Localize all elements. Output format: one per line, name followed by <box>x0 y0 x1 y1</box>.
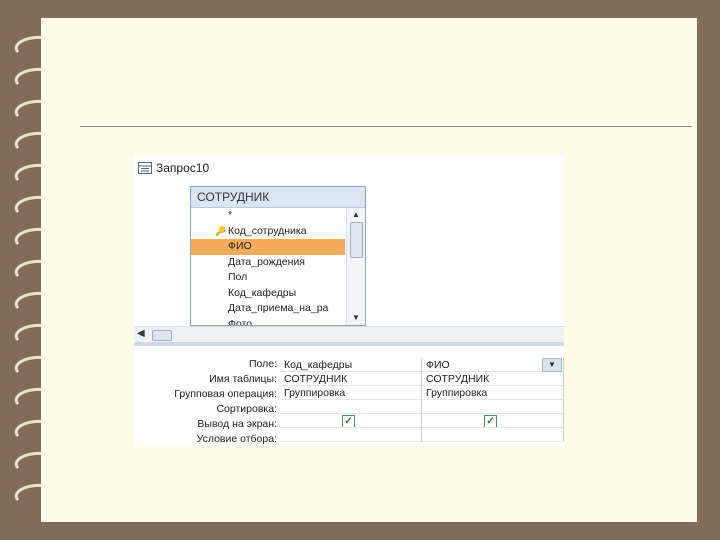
checkbox-icon[interactable]: ✓ <box>342 415 355 427</box>
field-item-key[interactable]: 🔑 Код_сотрудника <box>191 224 345 240</box>
checkbox-icon[interactable]: ✓ <box>484 415 497 427</box>
row-label-sort: Сортировка: <box>216 403 277 415</box>
hscroll-thumb[interactable] <box>152 330 172 341</box>
row-label-criteria: Условие отбора: <box>196 433 277 445</box>
field-item[interactable]: Пол <box>191 270 345 286</box>
col2-group[interactable]: Группировка <box>422 386 564 400</box>
table-pane: СОТРУДНИК * 🔑 Код_сотрудника ФИО Дата_рож… <box>134 180 564 326</box>
page-divider <box>80 126 692 127</box>
design-grid: Поле: Имя таблицы: Групповая операция: С… <box>134 356 564 446</box>
field-item[interactable]: Дата_приема_на_ра <box>191 301 345 317</box>
key-icon: 🔑 <box>215 225 227 236</box>
field-list-scrollbar[interactable]: ▲ ▼ <box>346 208 365 325</box>
query-designer-window: Запрос10 СОТРУДНИК * 🔑 Код_сотрудника ФИО… <box>134 156 564 446</box>
table-pane-hscrollbar[interactable]: ◀ <box>134 326 564 343</box>
col1-table[interactable]: СОТРУДНИК <box>280 372 422 386</box>
scroll-up-icon[interactable]: ▲ <box>347 208 365 222</box>
row-label-group: Групповая операция: <box>174 388 277 400</box>
col2-show[interactable]: ✓ <box>422 414 564 428</box>
field-item[interactable]: Код_кафедры <box>191 286 345 302</box>
field-item-selected[interactable]: ФИО <box>191 239 345 255</box>
col1-show[interactable]: ✓ <box>280 414 422 428</box>
col2-table[interactable]: СОТРУДНИК <box>422 372 564 386</box>
row-label-field: Поле: <box>248 358 277 370</box>
scroll-left-icon[interactable]: ◀ <box>137 328 145 339</box>
col1-group[interactable]: Группировка <box>280 386 422 400</box>
pane-splitter[interactable] <box>134 342 564 346</box>
query-icon <box>138 162 152 177</box>
field-list: * 🔑 Код_сотрудника ФИО Дата_рождения Пол … <box>191 208 345 326</box>
field-item[interactable]: Дата_рождения <box>191 255 345 271</box>
query-tab[interactable]: Запрос10 <box>134 156 564 180</box>
row-label-table: Имя таблицы: <box>209 373 277 385</box>
query-title: Запрос10 <box>156 161 210 175</box>
col1-criteria[interactable] <box>280 428 422 442</box>
field-list-sotrudnik[interactable]: СОТРУДНИК * 🔑 Код_сотрудника ФИО Дата_рож… <box>190 186 366 326</box>
col1-field[interactable]: Код_кафедры <box>280 358 422 372</box>
field-item[interactable]: * <box>191 208 345 224</box>
col2-criteria[interactable] <box>422 428 564 442</box>
row-label-show: Вывод на экран: <box>197 418 277 430</box>
col1-sort[interactable] <box>280 400 422 414</box>
col2-sort[interactable] <box>422 400 564 414</box>
scroll-thumb[interactable] <box>350 222 363 258</box>
field-list-title: СОТРУДНИК <box>191 187 365 208</box>
field-item[interactable]: Фото <box>191 317 345 326</box>
scroll-down-icon[interactable]: ▼ <box>347 311 365 325</box>
dropdown-icon[interactable]: ▼ <box>542 358 562 372</box>
